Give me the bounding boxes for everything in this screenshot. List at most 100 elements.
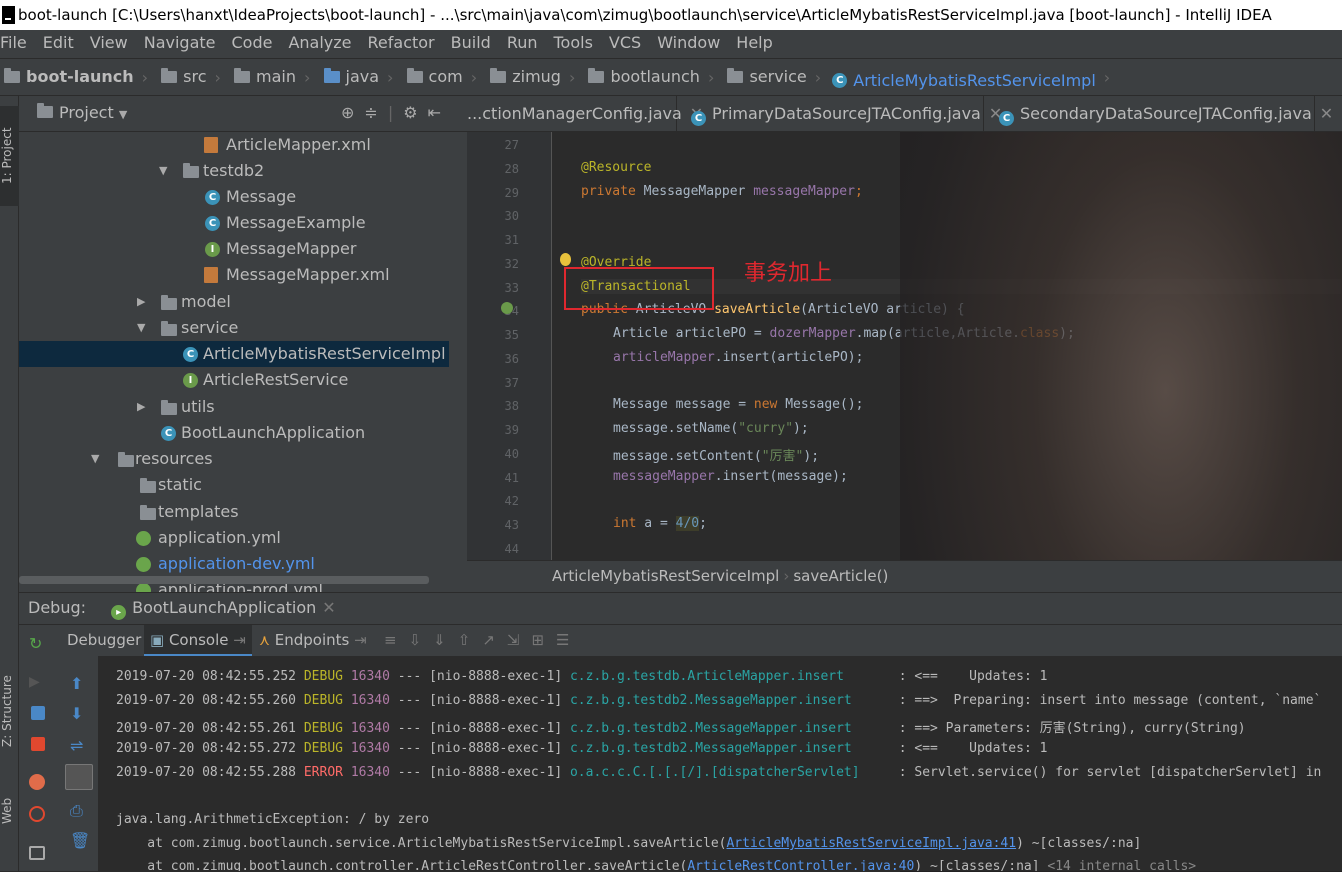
debug-config-tab[interactable]: ▸ BootLaunchApplication ✕ (109, 598, 336, 620)
mute-breakpoints-icon[interactable] (29, 806, 45, 822)
tree-item[interactable]: I MessageMapper (19, 236, 449, 262)
tree-item[interactable]: C BootLaunchApplication (19, 420, 449, 446)
tree-item[interactable]: static (19, 472, 449, 498)
implements-icon[interactable] (501, 302, 513, 314)
source-folder-icon (323, 68, 340, 83)
menu-code[interactable]: Code (232, 30, 273, 56)
tab-debugger[interactable]: Debugger (67, 625, 141, 656)
stop-icon[interactable] (31, 737, 45, 751)
resume-icon[interactable]: ▶ (29, 674, 47, 690)
step-toolbar: ≡⇩⇓⇧↗⇲⊞☰ (384, 625, 582, 656)
menu-tools[interactable]: Tools (554, 30, 593, 56)
ide-window: boot-launch [C:\Users\hanxt\IdeaProjects… (0, 0, 1342, 872)
navigation-bar: boot-launch › src › main › java › com › zimug… (0, 58, 1342, 96)
menu-help[interactable]: Help (736, 30, 772, 56)
menu-run[interactable]: Run (507, 30, 538, 56)
tree-item[interactable]: C MessageExample (19, 210, 449, 236)
horizontal-scrollbar[interactable] (19, 576, 429, 584)
hide-icon[interactable]: ⇤ (428, 103, 451, 122)
menu-edit[interactable]: Edit (43, 30, 74, 56)
chevron-down-icon[interactable]: ▼ (119, 108, 127, 121)
crumb-zimug[interactable]: zimug (486, 59, 561, 95)
tree-item[interactable]: ▼ service (19, 315, 449, 341)
up-arrow-icon[interactable]: ⬆ (70, 674, 88, 693)
console-output[interactable]: 2019-07-20 08:42:55.252 DEBUG 16340 --- … (100, 656, 1342, 871)
tree-item[interactable]: MessageMapper.xml (19, 262, 449, 288)
class-icon: C (205, 190, 220, 205)
breadcrumb-method[interactable]: saveArticle() (793, 567, 888, 585)
print-icon[interactable]: ⎙ (70, 801, 88, 820)
menu-vcs[interactable]: VCS (609, 30, 641, 56)
stack-trace-link[interactable]: ArticleMybatisRestServiceImpl.java:41 (726, 836, 1016, 851)
crumb-com[interactable]: com (403, 59, 463, 95)
close-icon[interactable]: ✕ (1320, 104, 1333, 123)
project-icon (37, 103, 53, 118)
down-arrow-icon[interactable]: ⬇ (70, 704, 88, 723)
expand-arrow-icon[interactable]: ▼ (91, 446, 99, 472)
menu-refactor[interactable]: Refactor (368, 30, 435, 56)
menu-analyze[interactable]: Analyze (288, 30, 351, 56)
menu-navigate[interactable]: Navigate (144, 30, 216, 56)
lightbulb-icon[interactable] (560, 253, 571, 266)
expand-arrow-icon[interactable]: ▼ (137, 315, 145, 341)
rerun-icon[interactable]: ↻ (29, 634, 47, 653)
gear-icon[interactable]: ⚙ (403, 103, 427, 122)
crumb-main[interactable]: main (230, 59, 296, 95)
menu-view[interactable]: View (90, 30, 128, 56)
pause-icon[interactable] (31, 706, 45, 720)
frames-icon[interactable]: ☰ (556, 631, 581, 649)
project-title[interactable]: Project (59, 103, 114, 122)
soft-wrap-icon[interactable]: ⇌ (70, 736, 88, 755)
evaluate-icon[interactable]: ⊞ (531, 631, 556, 649)
tab-endpoints[interactable]: ⋏ Endpoints ⇥ (259, 625, 367, 656)
tree-item[interactable]: ArticleMapper.xml (19, 132, 449, 158)
crumb-service[interactable]: service (723, 59, 807, 95)
tree-item[interactable]: I ArticleRestService (19, 367, 449, 393)
expand-arrow-icon[interactable]: ▼ (159, 158, 167, 184)
tree-item[interactable]: templates (19, 499, 449, 525)
web-tool-tab[interactable]: Web (0, 786, 19, 836)
collapse-arrow-icon[interactable]: ▶ (137, 289, 145, 315)
scroll-to-end-icon[interactable] (65, 764, 93, 790)
collapse-arrow-icon[interactable]: ▶ (137, 394, 145, 420)
collapse-icon[interactable]: ≑ (364, 103, 387, 122)
menu-window[interactable]: Window (657, 30, 720, 56)
class-icon: C (691, 111, 706, 126)
tab-console[interactable]: ▣ Console ⇥ (144, 625, 252, 656)
tree-item[interactable]: ▶ utils (19, 394, 449, 420)
crumb-src[interactable]: src (157, 59, 207, 95)
stack-trace-link[interactable]: ArticleRestController.java:40 (687, 859, 914, 871)
step-into-icon[interactable]: ⇩ (409, 631, 434, 649)
step-over-icon[interactable]: ≡ (384, 631, 409, 649)
project-tool-tab[interactable]: 1: Project (0, 106, 19, 206)
stack-trace-line: at com.zimug.bootlaunch.service.ArticleM… (116, 836, 1142, 851)
tree-item-selected[interactable]: C ArticleMybatisRestServiceImpl (19, 341, 449, 367)
tree-item[interactable]: application-dev.yml (19, 551, 449, 577)
crumb-bootlaunch[interactable]: bootlaunch (584, 59, 700, 95)
tree-item[interactable]: application.yml (19, 525, 449, 551)
step-out-icon[interactable]: ⇧ (458, 631, 483, 649)
target-icon[interactable]: ⊕ (341, 103, 364, 122)
force-step-icon[interactable]: ⇓ (433, 631, 458, 649)
tree-item[interactable]: ▶ model (19, 289, 449, 315)
trash-icon[interactable]: 🗑 (70, 831, 90, 850)
structure-tool-tab[interactable]: Z: Structure (0, 661, 19, 761)
tab-transaction-manager-config[interactable]: ...ctionManagerConfig.java✕ (467, 96, 703, 131)
xml-file-icon (204, 267, 218, 283)
breadcrumb-class[interactable]: ArticleMybatisRestServiceImpl (552, 567, 779, 585)
tree-item[interactable]: ▼ testdb2 (19, 158, 449, 184)
drop-frame-icon[interactable]: ↗ (482, 631, 507, 649)
camera-icon[interactable] (29, 846, 45, 860)
run-to-cursor-icon[interactable]: ⇲ (507, 631, 532, 649)
menu-file[interactable]: File (0, 30, 27, 56)
crumb-java[interactable]: java (320, 59, 379, 95)
tab-secondary-datasource[interactable]: C SecondaryDataSourceJTAConfig.java ✕ (987, 96, 1333, 131)
menu-build[interactable]: Build (451, 30, 491, 56)
close-icon[interactable]: ✕ (322, 598, 335, 617)
crumb-project[interactable]: boot-launch (0, 59, 134, 95)
tree-item[interactable]: C Message (19, 184, 449, 210)
view-breakpoints-icon[interactable] (29, 774, 45, 790)
tree-item[interactable]: ▼ resources (19, 446, 449, 472)
crumb-class[interactable]: C ArticleMybatisRestServiceImpl (830, 63, 1096, 96)
tab-primary-datasource[interactable]: C PrimaryDataSourceJTAConfig.java ✕ (679, 96, 1002, 131)
